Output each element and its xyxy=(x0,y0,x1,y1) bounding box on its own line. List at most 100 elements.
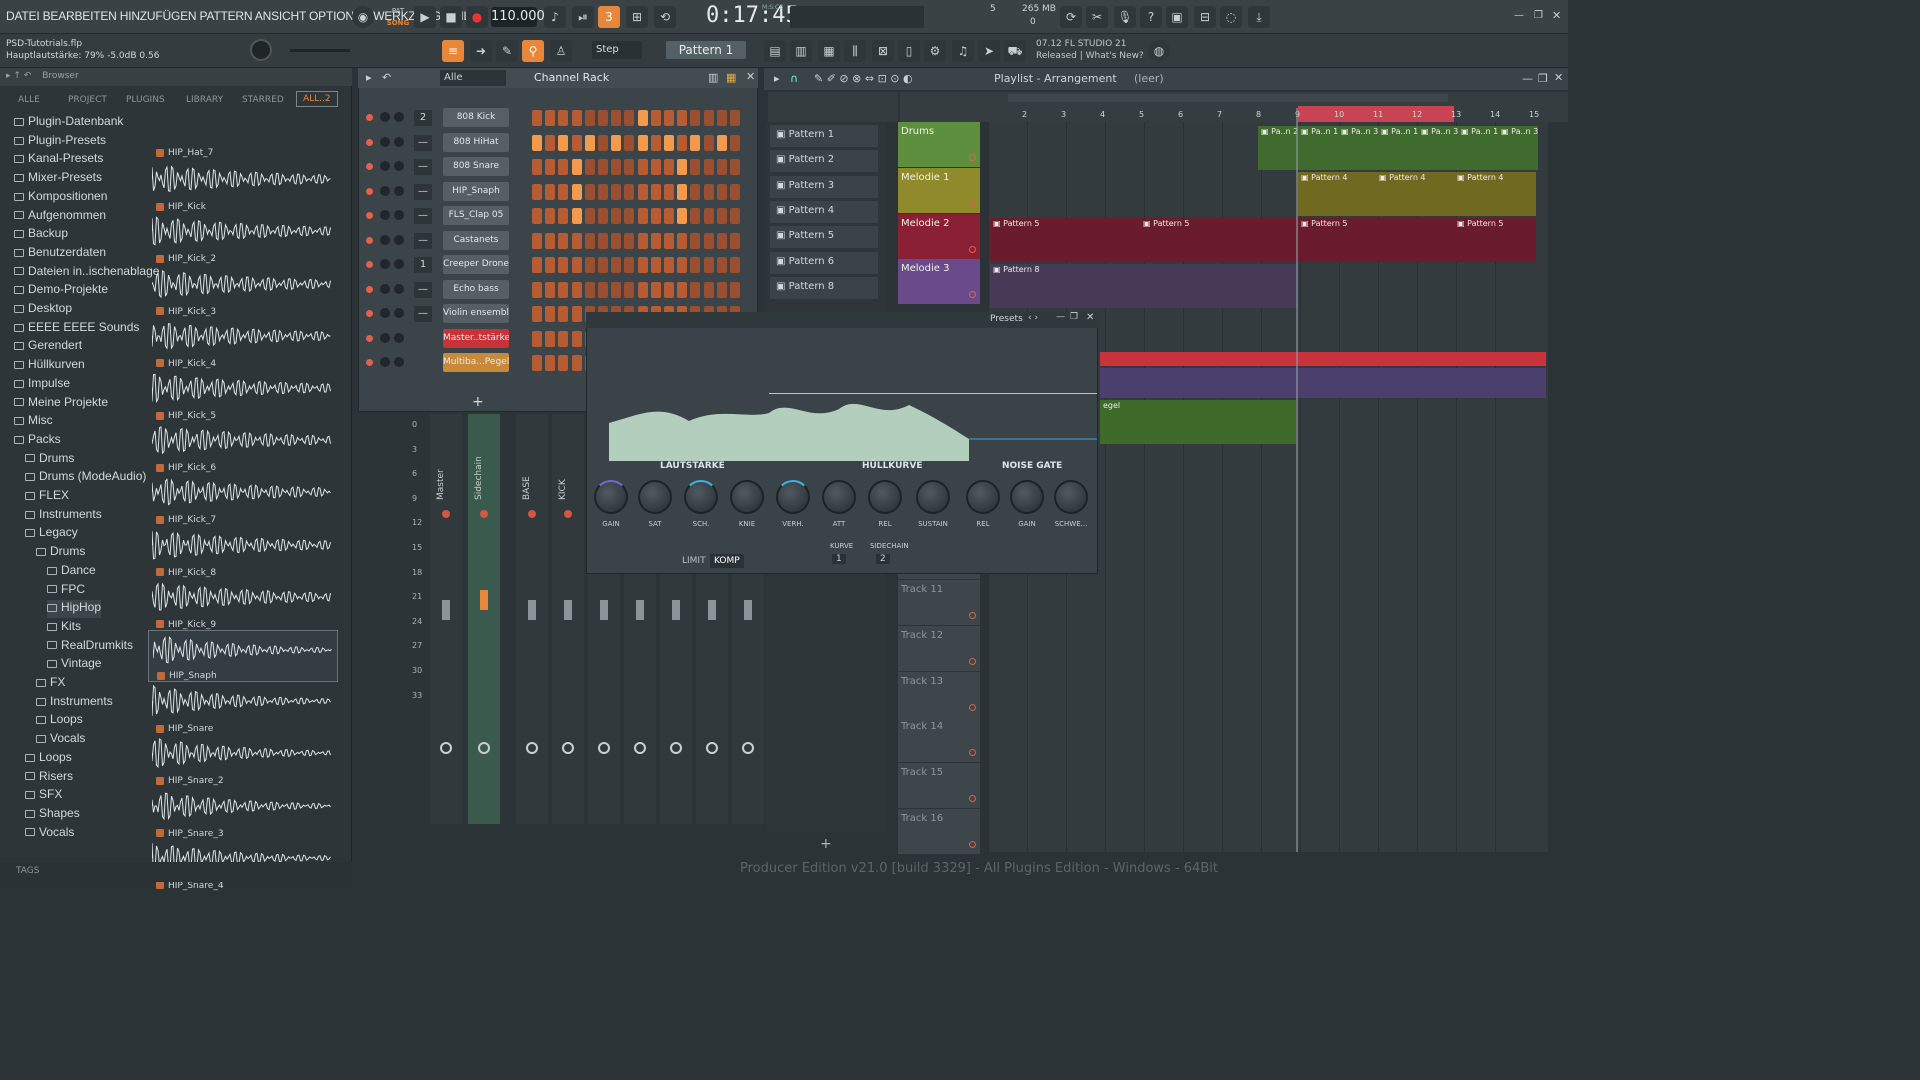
track-header[interactable]: Track 14 xyxy=(898,717,980,763)
channel-name-button[interactable]: Echo bass xyxy=(443,279,509,299)
channel-pan-knob[interactable] xyxy=(380,161,390,171)
step-pad[interactable] xyxy=(730,159,740,175)
channel-pan-knob[interactable] xyxy=(380,332,390,343)
step-pad[interactable] xyxy=(664,257,674,273)
step-pad[interactable] xyxy=(571,183,582,200)
channel-name-button[interactable]: 808 Kick xyxy=(443,108,509,127)
channel-mute-led[interactable] xyxy=(366,187,373,195)
step-pad[interactable] xyxy=(584,208,595,224)
step-pad[interactable] xyxy=(716,281,727,298)
step-pad[interactable] xyxy=(716,257,727,273)
browser-tree-item[interactable]: FLEX xyxy=(25,488,69,506)
step-edit-icon[interactable]: ⊞ xyxy=(626,6,648,28)
step-pad[interactable] xyxy=(532,306,542,322)
browser-tree-item[interactable]: Dateien in..ischenablage xyxy=(14,264,159,282)
sample-item[interactable]: HIP_Snare_2 xyxy=(148,734,338,786)
automation-clip-green[interactable]: egel xyxy=(1100,400,1296,444)
step-pad[interactable] xyxy=(624,159,635,175)
playlist-ruler[interactable]: 23456789101112131415 xyxy=(900,92,1568,122)
track-header[interactable]: Melodie 1 xyxy=(898,167,980,213)
step-pad[interactable] xyxy=(545,232,556,249)
pattern-selector[interactable]: Pattern 1 xyxy=(666,41,746,59)
step-pad[interactable] xyxy=(637,208,648,224)
step-pad[interactable] xyxy=(716,183,727,200)
komp-button[interactable]: KOMP xyxy=(710,554,744,568)
step-pad[interactable] xyxy=(558,159,569,175)
plugin-icon[interactable]: ⊠ xyxy=(872,40,894,62)
step-pad[interactable] xyxy=(690,183,701,200)
browser-tab[interactable]: ALL..2 xyxy=(296,91,338,107)
step-pad[interactable] xyxy=(571,232,582,249)
step-pad[interactable] xyxy=(730,183,740,200)
step-pad[interactable] xyxy=(584,281,595,298)
restore-icon[interactable]: ❐ xyxy=(1534,10,1543,21)
step-pad[interactable] xyxy=(624,257,635,273)
channel-filter-select[interactable]: Alle xyxy=(440,70,506,86)
channel-mute-led[interactable] xyxy=(366,212,373,219)
step-pad[interactable] xyxy=(624,208,635,224)
channel-rack-icon[interactable]: ▦ xyxy=(818,40,840,62)
strip-route-icon[interactable] xyxy=(562,742,574,754)
browser-tree-item[interactable]: Drums xyxy=(36,544,85,562)
browser-tree-item[interactable]: FPC xyxy=(47,582,85,600)
help-icon[interactable]: ? xyxy=(1140,6,1162,28)
channel-volume-knob[interactable] xyxy=(394,234,404,245)
step-pad[interactable] xyxy=(611,232,622,249)
channel-mixer-track[interactable]: — xyxy=(414,208,432,224)
pattern-item[interactable]: ▣ Pattern 2 xyxy=(770,150,878,173)
pattern-clip[interactable]: ▣ Pa..n 1 xyxy=(1458,126,1498,170)
strip-fader[interactable] xyxy=(672,600,680,620)
pattern-clip[interactable]: ▣ Pa..n 1 xyxy=(1298,126,1338,170)
channel-volume-knob[interactable] xyxy=(394,308,404,318)
track-header[interactable]: Track 13 xyxy=(898,671,980,717)
strip-fader[interactable] xyxy=(528,600,536,620)
channel-mute-led[interactable] xyxy=(366,261,373,268)
step-pad[interactable] xyxy=(624,134,635,151)
pattern-clip[interactable]: ▣ Pattern 5 xyxy=(1298,218,1454,262)
mixer-strip[interactable]: BASE xyxy=(516,414,548,824)
step-pad[interactable] xyxy=(584,183,595,200)
step-pad[interactable] xyxy=(545,281,556,298)
step-pad[interactable] xyxy=(690,159,701,175)
cart-icon[interactable]: ⛟ xyxy=(1004,40,1026,62)
channel-name-button[interactable]: FLS_Clap 05 xyxy=(443,206,509,225)
browser-tree-item[interactable]: Impulse xyxy=(14,376,70,394)
step-pad[interactable] xyxy=(664,208,674,224)
channel-pan-knob[interactable] xyxy=(380,357,390,367)
pattern-clip[interactable]: ▣ Pa..n 2 xyxy=(1258,126,1298,170)
step-pad[interactable] xyxy=(571,134,582,151)
step-pad[interactable] xyxy=(703,183,714,200)
step-pad[interactable] xyxy=(545,355,556,371)
sample-item[interactable]: HIP_Kick_6 xyxy=(148,421,338,473)
sample-item[interactable]: HIP_Kick_8 xyxy=(148,526,338,578)
channel-mute-led[interactable] xyxy=(366,138,373,146)
browser-tree-item[interactable]: Dance xyxy=(47,563,96,581)
step-pad[interactable] xyxy=(545,306,556,322)
step-pad[interactable] xyxy=(637,134,648,151)
strip-route-icon[interactable] xyxy=(598,742,610,754)
track-mute-led[interactable] xyxy=(969,703,976,711)
step-pad[interactable] xyxy=(532,355,542,371)
step-pad[interactable] xyxy=(571,159,582,175)
step-pad[interactable] xyxy=(703,232,714,249)
step-pad[interactable] xyxy=(637,183,648,200)
wait-icon[interactable]: ⏯ xyxy=(572,6,594,28)
channel-name-button[interactable]: 808 Snare xyxy=(443,157,509,176)
playlist-maximize-icon[interactable]: ❐ xyxy=(1538,72,1548,85)
channel-mute-led[interactable] xyxy=(366,163,373,170)
sample-item[interactable]: HIP_Kick_4 xyxy=(148,317,338,369)
step-pad[interactable] xyxy=(558,257,569,273)
step-pad[interactable] xyxy=(650,281,661,298)
step-pad[interactable] xyxy=(571,330,582,347)
step-pad[interactable] xyxy=(690,110,701,126)
scroll-bar[interactable] xyxy=(1008,94,1448,102)
step-pad[interactable] xyxy=(545,257,556,273)
browser-tree-item[interactable]: Legacy xyxy=(25,525,78,543)
channel-pan-knob[interactable] xyxy=(380,136,390,147)
countdown-icon[interactable]: 3 xyxy=(598,6,620,28)
step-pad[interactable] xyxy=(611,183,622,200)
browser-tree-item[interactable]: Desktop xyxy=(14,301,72,319)
track-header[interactable]: Track 12 xyxy=(898,625,980,671)
channel-row[interactable]: — 808 HiHat xyxy=(358,131,758,155)
piano-roll-icon[interactable]: ▥ xyxy=(790,40,812,62)
